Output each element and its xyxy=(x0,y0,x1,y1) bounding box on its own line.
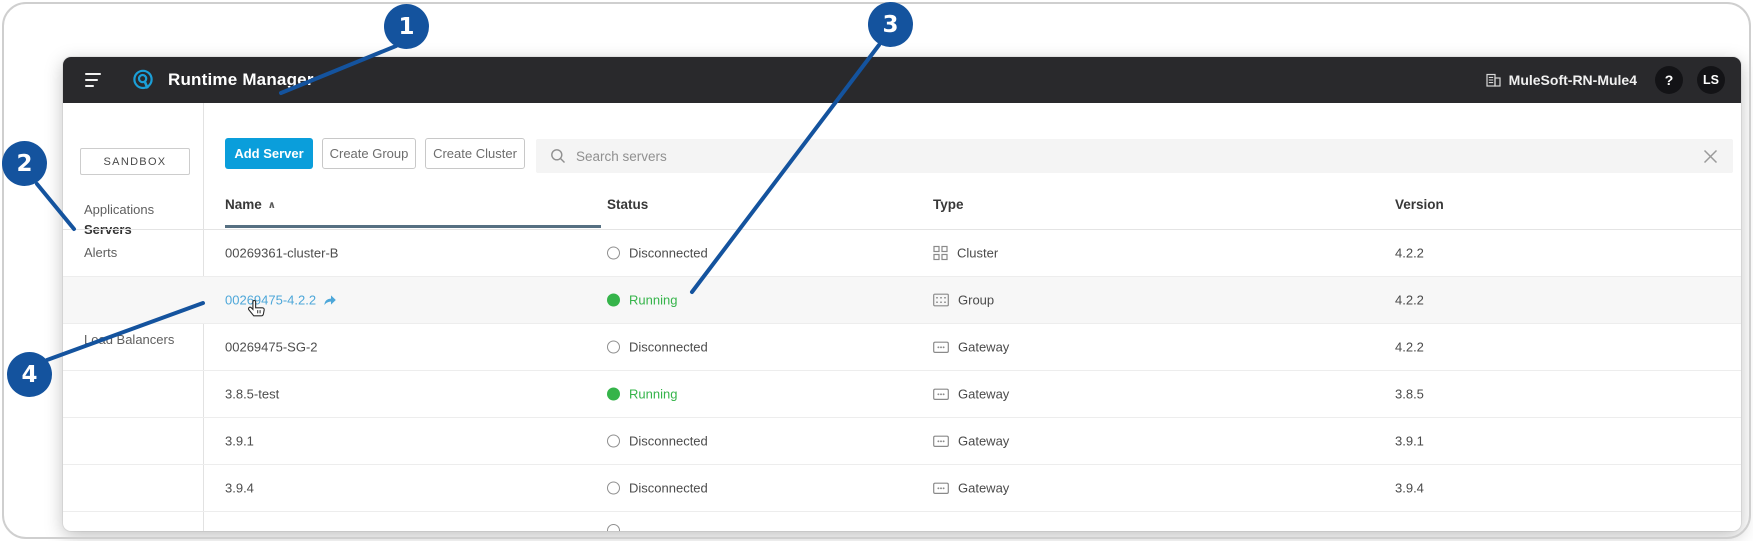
server-name: 3.8.5-test xyxy=(225,387,279,402)
column-header-type[interactable]: Type xyxy=(933,197,964,212)
server-name: 00269475-SG-2 xyxy=(225,340,318,355)
server-status: Disconnected xyxy=(607,481,708,496)
callout-badge-3: 3 xyxy=(868,2,913,47)
server-status: Disconnected xyxy=(607,246,708,261)
runtime-manager-window: Runtime Manager MuleSoft-RN-Mule4 ? LS S… xyxy=(63,57,1741,531)
server-name: 00269361-cluster-B xyxy=(225,246,338,261)
disconnected-status-icon xyxy=(607,482,620,495)
table-row[interactable]: 3.9.4 Disconnected Gateway 3.9.4 xyxy=(63,465,1741,512)
server-table: 00269361-cluster-B Disconnected Cluster … xyxy=(63,230,1741,531)
user-avatar[interactable]: LS xyxy=(1697,66,1725,94)
server-type: Gateway xyxy=(933,387,1009,402)
gateway-icon xyxy=(933,341,949,353)
cluster-icon xyxy=(933,246,948,261)
search-bar[interactable] xyxy=(536,139,1733,173)
column-header-name[interactable]: Name∧ xyxy=(225,197,276,212)
server-type: Gateway xyxy=(933,434,1009,449)
callout-badge-2: 2 xyxy=(2,141,47,186)
server-status: Disconnected xyxy=(607,434,708,449)
server-name: 3.9.1 xyxy=(225,434,254,449)
callout-badge-4: 4 xyxy=(7,352,52,397)
server-link[interactable]: 00269475-4.2.2 xyxy=(225,293,316,308)
status-icon-clipped xyxy=(607,524,620,531)
server-type: Gateway xyxy=(933,340,1009,355)
table-row[interactable]: 3.8.5-test Running Gateway 3.8.5 xyxy=(63,371,1741,418)
server-version: 4.2.2 xyxy=(1395,246,1424,261)
organization-icon xyxy=(1486,73,1501,87)
org-switcher[interactable]: MuleSoft-RN-Mule4 xyxy=(1486,72,1637,88)
server-version: 3.9.1 xyxy=(1395,434,1424,449)
callout-badge-1: 1 xyxy=(384,4,429,49)
sidebar-item-applications[interactable]: Applications xyxy=(84,202,154,217)
org-name: MuleSoft-RN-Mule4 xyxy=(1509,72,1637,88)
group-icon xyxy=(933,294,949,307)
disconnected-status-icon xyxy=(607,435,620,448)
server-version: 4.2.2 xyxy=(1395,340,1424,355)
anypoint-logo-icon xyxy=(131,68,155,92)
search-input[interactable] xyxy=(576,149,1702,164)
disconnected-status-icon xyxy=(607,247,620,260)
table-row[interactable]: 3.9.1 Disconnected Gateway 3.9.1 xyxy=(63,418,1741,465)
server-name: 3.9.4 xyxy=(225,481,254,496)
server-status: Disconnected xyxy=(607,340,708,355)
add-server-button[interactable]: Add Server xyxy=(225,138,313,169)
create-group-button[interactable]: Create Group xyxy=(322,138,416,169)
sorted-column-underline xyxy=(225,225,601,228)
page-title: Runtime Manager xyxy=(168,70,314,90)
table-row[interactable]: 00269475-SG-2 Disconnected Gateway 4.2.2 xyxy=(63,324,1741,371)
server-version: 4.2.2 xyxy=(1395,293,1424,308)
server-status: Running xyxy=(607,387,677,402)
running-status-icon xyxy=(607,294,620,307)
table-row[interactable]: 00269361-cluster-B Disconnected Cluster … xyxy=(63,230,1741,277)
table-row-hovered[interactable]: 00269475-4.2.2 Running Group xyxy=(63,277,1741,324)
server-version: 3.9.4 xyxy=(1395,481,1424,496)
open-server-icon xyxy=(322,294,337,307)
server-version: 3.8.5 xyxy=(1395,387,1424,402)
server-status: Running xyxy=(607,293,677,308)
server-type: Group xyxy=(933,293,994,308)
clear-search-icon[interactable] xyxy=(1702,148,1719,165)
help-button[interactable]: ? xyxy=(1655,66,1683,94)
app-header: Runtime Manager MuleSoft-RN-Mule4 ? LS xyxy=(63,57,1741,103)
sort-ascending-icon: ∧ xyxy=(268,200,276,211)
server-name-link-cell: 00269475-4.2.2 xyxy=(225,293,337,308)
column-header-version[interactable]: Version xyxy=(1395,197,1444,212)
table-row-partial[interactable] xyxy=(63,512,1741,531)
search-icon xyxy=(550,148,566,164)
create-cluster-button[interactable]: Create Cluster xyxy=(425,138,525,169)
column-header-status[interactable]: Status xyxy=(607,197,648,212)
annotated-screenshot: Runtime Manager MuleSoft-RN-Mule4 ? LS S… xyxy=(0,0,1753,541)
gateway-icon xyxy=(933,388,949,400)
hamburger-menu-icon[interactable] xyxy=(85,73,103,87)
server-type: Gateway xyxy=(933,481,1009,496)
disconnected-status-icon xyxy=(607,341,620,354)
running-status-icon xyxy=(607,388,620,401)
gateway-icon xyxy=(933,435,949,447)
server-type: Cluster xyxy=(933,246,998,261)
gateway-icon xyxy=(933,482,949,494)
environment-selector[interactable]: SANDBOX xyxy=(80,148,190,175)
